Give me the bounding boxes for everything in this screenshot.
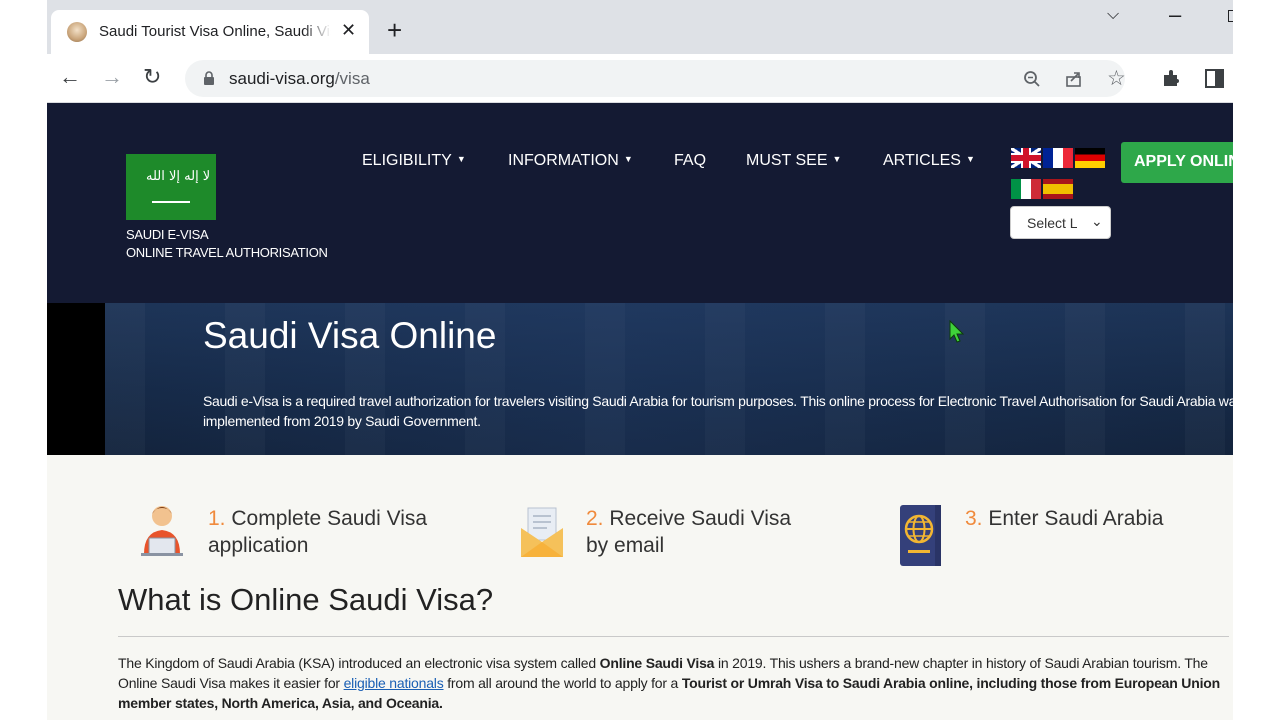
chevron-down-icon: ⌄ [1091, 213, 1103, 229]
step-2-line2: by email [586, 534, 665, 557]
step-2-line1: Receive Saudi Visa [609, 507, 792, 530]
browser-tab[interactable]: Saudi Tourist Visa Online, Saudi Visa ✕ [51, 10, 369, 54]
tab-search-chevron-icon[interactable]: ⌵ [1107, 6, 1119, 24]
step-3-text: 3. Enter Saudi Arabia [965, 505, 1225, 532]
body-text-part: The Kingdom of Saudi Arabia (KSA) introd… [118, 655, 600, 671]
tab-title: Saudi Tourist Visa Online, Saudi Visa [99, 23, 331, 40]
person-laptop-icon [141, 506, 183, 556]
brand-title: SAUDI E-VISA [126, 227, 209, 242]
caret-down-icon: ▼ [623, 154, 633, 164]
nav-eligibility-label: ELIGIBILITY [362, 152, 452, 169]
nav-faq[interactable]: FAQ [674, 152, 706, 170]
nav-information-label: INFORMATION [508, 152, 619, 169]
flag-shahada-text: لا إله إلا الله [146, 169, 211, 184]
step-1-number: 1. [208, 507, 226, 530]
uk-flag-icon[interactable] [1011, 148, 1041, 168]
envelope-icon [521, 507, 563, 557]
url-text: saudi-visa.org/visa [229, 69, 370, 89]
browser-toolbar: ← → ↻ saudi-visa.org/visa ☆ [47, 54, 1233, 103]
hero-description: Saudi e-Visa is a required travel author… [203, 393, 1233, 429]
section-body-text: The Kingdom of Saudi Arabia (KSA) introd… [118, 653, 1223, 713]
step-2-number: 2. [586, 507, 604, 530]
minimize-window-icon[interactable]: – [1169, 2, 1181, 28]
language-select-value: Select Language [1027, 215, 1077, 231]
section-divider [118, 636, 1229, 637]
mouse-cursor-icon [949, 320, 965, 343]
spain-flag-icon[interactable] [1043, 179, 1073, 199]
tab-strip: Saudi Tourist Visa Online, Saudi Visa ✕ … [47, 0, 1233, 54]
brand-subtitle: ONLINE TRAVEL AUTHORISATION [126, 245, 328, 260]
extensions-icon[interactable] [1161, 69, 1181, 89]
zoom-icon[interactable] [1023, 70, 1041, 88]
section-heading: What is Online Saudi Visa? [118, 582, 494, 617]
reload-icon[interactable]: ↻ [143, 65, 161, 89]
apply-online-button[interactable]: APPLY ONLINE [1121, 142, 1233, 183]
caret-down-icon: ▼ [456, 154, 466, 164]
share-icon[interactable] [1065, 70, 1083, 88]
url-path: /visa [334, 69, 370, 88]
italy-flag-icon[interactable] [1011, 179, 1041, 199]
language-select[interactable]: Select Language ⌄ [1010, 206, 1111, 239]
step-1-line2: application [208, 534, 309, 557]
passport-icon [900, 505, 941, 566]
step-2-text: 2. Receive Saudi Visa by email [586, 505, 846, 559]
site-header: لا إله إلا الله SAUDI E-VISA ONLINE TRAV… [47, 103, 1233, 303]
back-arrow-icon[interactable]: ← [59, 65, 81, 89]
lock-icon [204, 71, 214, 85]
star-icon[interactable]: ☆ [1107, 66, 1126, 91]
eligible-nationals-link[interactable]: eligible nationals [344, 675, 444, 691]
france-flag-icon[interactable] [1043, 148, 1073, 168]
body-bold-text: Online Saudi Visa [599, 655, 715, 671]
url-host: saudi-visa.org [229, 69, 335, 88]
tab-close-icon[interactable]: ✕ [341, 20, 356, 41]
hero-banner: Saudi Visa Online Saudi e-Visa is a requ… [47, 303, 1233, 455]
nav-eligibility[interactable]: ELIGIBILITY ▼ [362, 152, 466, 170]
new-tab-button[interactable]: + [387, 17, 402, 43]
address-bar[interactable]: saudi-visa.org/visa ☆ [185, 60, 1126, 97]
site-favicon-icon [67, 22, 87, 42]
hero-background-image: Saudi Visa Online Saudi e-Visa is a requ… [105, 303, 1233, 455]
step-1-text: 1. Complete Saudi Visa application [208, 505, 468, 559]
step-3-line1: Enter Saudi Arabia [988, 507, 1164, 530]
saudi-flag-logo[interactable]: لا إله إلا الله [126, 154, 216, 220]
nav-must-see[interactable]: MUST SEE ▼ [746, 152, 841, 170]
step-3-number: 3. [965, 507, 983, 530]
maximize-window-icon[interactable] [1228, 10, 1233, 22]
nav-articles-label: ARTICLES [883, 152, 961, 169]
body-text-part: from all around the world to apply for a [443, 675, 682, 691]
step-1-line1: Complete Saudi Visa [231, 507, 428, 530]
nav-must-see-label: MUST SEE [746, 152, 828, 169]
flag-sword-icon [152, 201, 190, 203]
caret-down-icon: ▼ [965, 154, 975, 164]
nav-articles[interactable]: ARTICLES ▼ [883, 152, 975, 170]
browser-window: Saudi Tourist Visa Online, Saudi Visa ✕ … [47, 0, 1233, 720]
forward-arrow-icon[interactable]: → [101, 65, 123, 89]
caret-down-icon: ▼ [832, 154, 842, 164]
nav-faq-label: FAQ [674, 152, 707, 169]
nav-information[interactable]: INFORMATION ▼ [508, 152, 633, 170]
side-panel-icon[interactable] [1205, 69, 1224, 88]
hero-title: Saudi Visa Online [203, 315, 497, 356]
germany-flag-icon[interactable] [1075, 148, 1105, 168]
